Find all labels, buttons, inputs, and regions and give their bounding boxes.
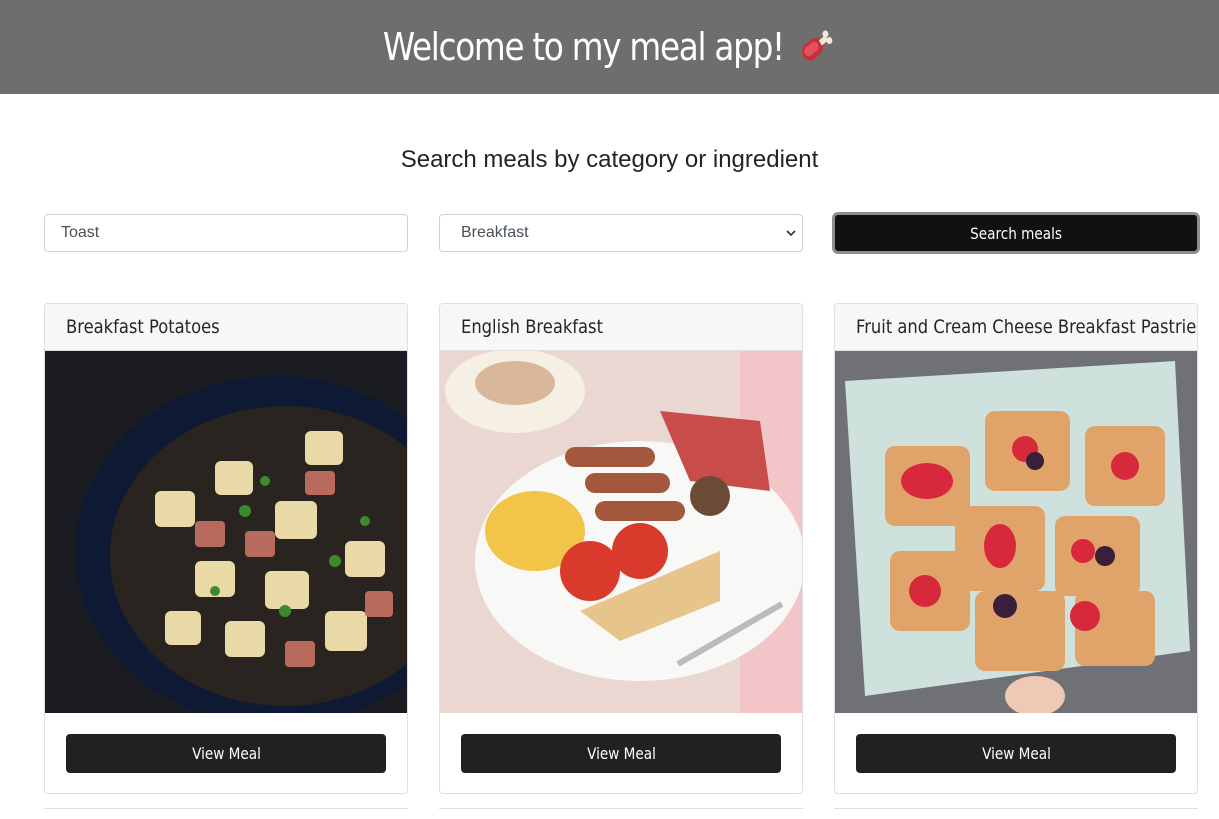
view-meal-button[interactable]: View Meal bbox=[66, 734, 386, 773]
meal-name: English Breakfast bbox=[461, 316, 603, 338]
view-meal-button-label: View Meal bbox=[981, 744, 1051, 763]
next-row-card-edge bbox=[439, 808, 803, 819]
category-select-value: Breakfast bbox=[461, 224, 529, 241]
meal-card: Fruit and Cream Cheese Breakfast Pastrie… bbox=[834, 303, 1198, 794]
search-meals-button-label: Search meals bbox=[970, 223, 1062, 243]
app-header: Welcome to my meal app! bbox=[0, 0, 1219, 94]
search-meals-button[interactable]: Search meals bbox=[832, 212, 1200, 254]
meal-card-header: Fruit and Cream Cheese Breakfast Pastrie… bbox=[835, 304, 1197, 351]
app-title: Welcome to my meal app! bbox=[383, 24, 836, 70]
app-title-text: Welcome to my meal app! bbox=[383, 25, 785, 69]
meal-image bbox=[440, 351, 802, 713]
view-meal-button-label: View Meal bbox=[191, 744, 261, 763]
chevron-down-icon bbox=[786, 230, 796, 237]
meal-name: Fruit and Cream Cheese Breakfast Pastrie… bbox=[856, 316, 1198, 338]
meal-card-footer: View Meal bbox=[835, 713, 1197, 793]
search-heading: Search meals by category or ingredient bbox=[400, 146, 819, 173]
next-row-card-edge bbox=[834, 808, 1198, 819]
next-row-card-edge bbox=[44, 808, 408, 819]
view-meal-button[interactable]: View Meal bbox=[856, 734, 1176, 773]
meal-image bbox=[45, 351, 407, 713]
category-select[interactable]: Breakfast bbox=[439, 214, 803, 252]
meat-on-bone-icon bbox=[802, 30, 833, 61]
meal-card: Breakfast Potatoes View Meal bbox=[44, 303, 408, 794]
meal-card-header: Breakfast Potatoes bbox=[45, 304, 407, 351]
meal-card-footer: View Meal bbox=[440, 713, 802, 793]
meal-card: English Breakfast View Meal bbox=[439, 303, 803, 794]
meal-image bbox=[835, 351, 1197, 713]
meal-name: Breakfast Potatoes bbox=[66, 316, 220, 338]
meal-card-header: English Breakfast bbox=[440, 304, 802, 351]
meal-card-footer: View Meal bbox=[45, 713, 407, 793]
ingredient-search-input[interactable]: Toast bbox=[44, 214, 408, 252]
ingredient-search-value: Toast bbox=[61, 224, 100, 241]
view-meal-button-label: View Meal bbox=[586, 744, 656, 763]
view-meal-button[interactable]: View Meal bbox=[461, 734, 781, 773]
